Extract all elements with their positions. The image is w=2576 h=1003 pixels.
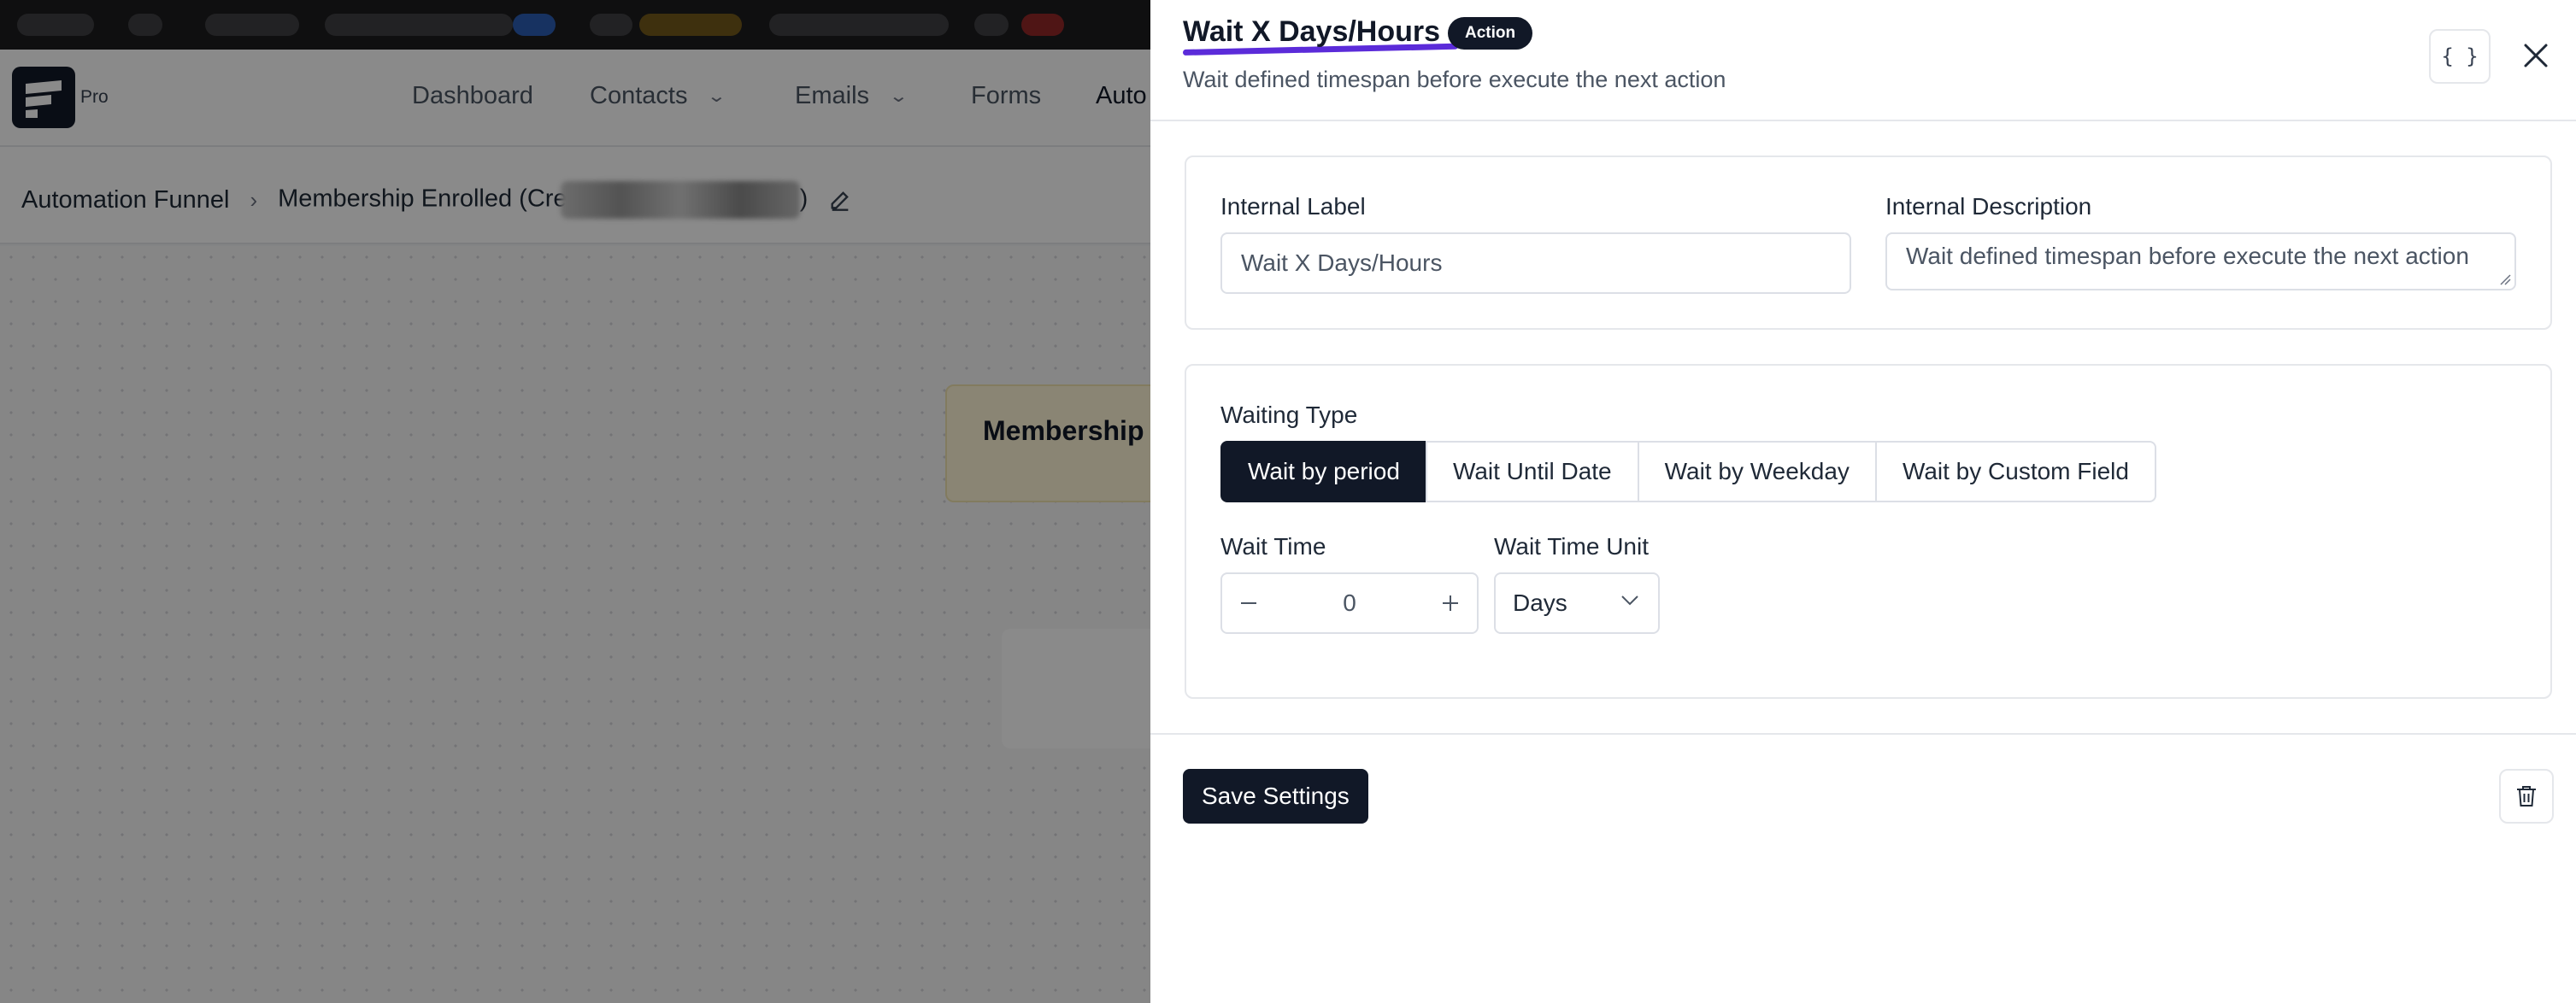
drawer-title: Wait X Days/Hours [1183, 15, 1441, 48]
code-button[interactable]: { } [2429, 29, 2491, 84]
internal-description-label: Internal Description [1885, 193, 2092, 220]
close-icon [2524, 44, 2548, 67]
waiting-type-segmented: Wait by period Wait Until Date Wait by W… [1220, 441, 2156, 502]
delete-button[interactable] [2499, 769, 2554, 824]
wait-time-stepper: 0 [1220, 572, 1479, 634]
waiting-settings-card: Waiting Type Wait by period Wait Until D… [1185, 364, 2552, 699]
decrement-button[interactable] [1222, 574, 1275, 632]
resize-grip-icon[interactable] [2499, 273, 2511, 285]
save-settings-button[interactable]: Save Settings [1183, 769, 1368, 824]
action-badge: Action [1448, 17, 1533, 50]
wait-time-unit-select[interactable]: Days [1494, 572, 1660, 634]
settings-drawer: Wait X Days/Hours Action Wait defined ti… [1150, 0, 2576, 1003]
wait-time-input[interactable]: 0 [1275, 574, 1424, 632]
close-button[interactable] [2516, 36, 2555, 75]
internal-label-label: Internal Label [1220, 193, 1366, 220]
plus-icon [1443, 595, 1458, 611]
drawer-header: Wait X Days/Hours Action Wait defined ti… [1150, 0, 2576, 121]
waiting-type-weekday[interactable]: Wait by Weekday [1637, 441, 1877, 502]
general-settings-card: Internal Label Wait X Days/Hours Interna… [1185, 155, 2552, 330]
waiting-type-period[interactable]: Wait by period [1220, 441, 1427, 502]
chevron-down-icon [1621, 595, 1638, 606]
internal-description-value: Wait defined timespan before execute the… [1906, 243, 2469, 269]
increment-button[interactable] [1424, 574, 1477, 632]
trash-icon [2517, 786, 2536, 807]
wait-time-unit-label: Wait Time Unit [1494, 533, 1649, 560]
modal-backdrop[interactable] [0, 0, 1150, 1003]
drawer-subtitle: Wait defined timespan before execute the… [1183, 67, 1726, 92]
waiting-type-label: Waiting Type [1220, 402, 1358, 428]
wait-time-label: Wait Time [1220, 533, 1326, 560]
minus-icon [1241, 602, 1256, 604]
internal-description-textarea[interactable]: Wait defined timespan before execute the… [1885, 232, 2516, 290]
waiting-type-custom-field[interactable]: Wait by Custom Field [1874, 441, 2156, 502]
waiting-type-until-date[interactable]: Wait Until Date [1425, 441, 1639, 502]
internal-label-input[interactable]: Wait X Days/Hours [1220, 232, 1851, 294]
footer-divider [1150, 733, 2576, 735]
wait-time-unit-value: Days [1513, 589, 1567, 616]
